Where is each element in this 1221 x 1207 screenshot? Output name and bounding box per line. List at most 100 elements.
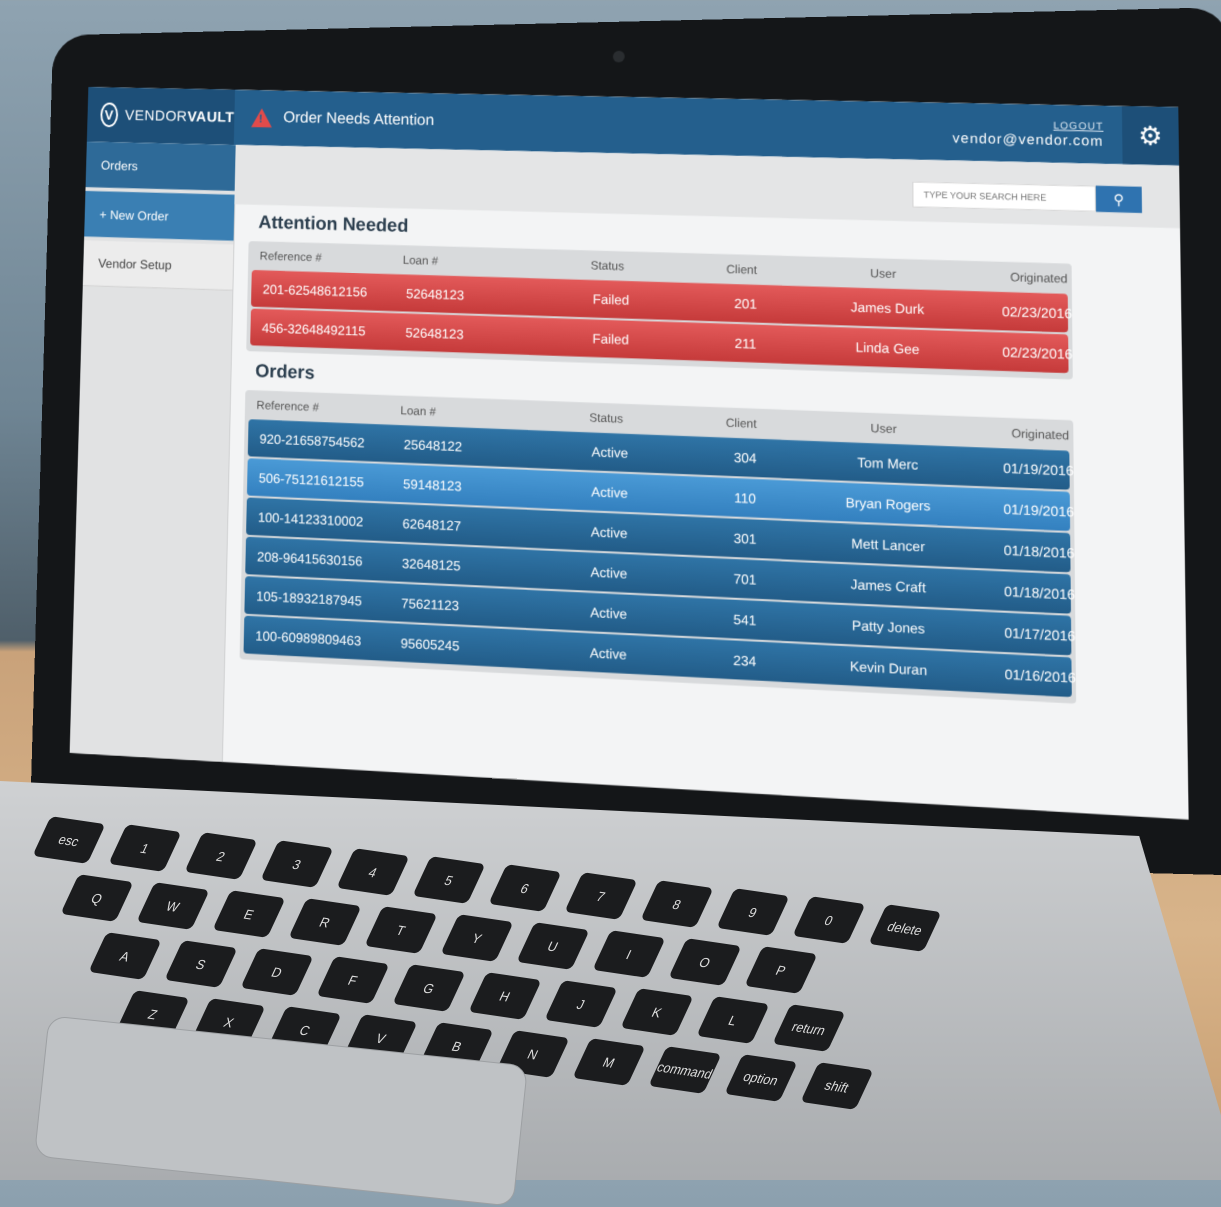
keyboard-key: A bbox=[88, 932, 162, 980]
column-header[interactable]: Status bbox=[539, 257, 677, 275]
column-header[interactable]: Client bbox=[677, 261, 807, 279]
client-cell: 234 bbox=[733, 652, 757, 669]
attention-table: Reference # Loan # Status Client User Or… bbox=[246, 241, 1073, 380]
user-cell: Kevin Duran bbox=[850, 658, 928, 678]
keyboard-key: 6 bbox=[488, 864, 562, 912]
brand[interactable]: V VENDORVAULT bbox=[86, 87, 236, 145]
keyboard-key: R bbox=[288, 898, 362, 946]
status-cell: Active bbox=[590, 604, 628, 622]
user-box: LOGOUT vendor@vendor.com bbox=[952, 118, 1122, 148]
client-cell: 541 bbox=[733, 611, 757, 628]
originated-cell: 01/18/2016 bbox=[1003, 542, 1075, 561]
column-header[interactable]: Reference # bbox=[260, 249, 403, 267]
keyboard-key: esc bbox=[32, 816, 106, 864]
client-cell: 301 bbox=[733, 530, 757, 547]
keyboard-key: Y bbox=[440, 914, 514, 962]
laptop-bezel: V VENDORVAULT Order Needs Attention LOGO… bbox=[29, 7, 1221, 876]
keyboard-key: 5 bbox=[412, 856, 486, 904]
keyboard-key: U bbox=[516, 922, 590, 970]
column-header[interactable]: User bbox=[807, 264, 960, 282]
attention-alert: Order Needs Attention bbox=[234, 108, 952, 142]
camera-icon bbox=[612, 50, 625, 63]
keyboard-key: H bbox=[468, 972, 542, 1020]
keyboard-key: O bbox=[668, 938, 742, 986]
loan-cell: 25648122 bbox=[403, 436, 463, 454]
sidebar-item-orders[interactable]: Orders bbox=[85, 141, 236, 191]
keyboard-key: T bbox=[364, 906, 438, 954]
loan-cell: 52648123 bbox=[405, 324, 464, 342]
status-cell: Failed bbox=[592, 330, 630, 347]
status-cell: Failed bbox=[592, 291, 630, 308]
user-cell: Mett Lancer bbox=[851, 535, 925, 555]
column-header[interactable]: User bbox=[807, 419, 961, 439]
keyboard-key: 0 bbox=[792, 896, 866, 944]
settings-button[interactable]: ⚙ bbox=[1121, 105, 1180, 166]
sidebar: Orders + New Order Vendor Setup bbox=[69, 141, 237, 762]
reference-cell: 105-18932187945 bbox=[256, 588, 363, 609]
loan-cell: 75621123 bbox=[401, 595, 460, 614]
keyboard-key: delete bbox=[868, 904, 942, 952]
keyboard-key: P bbox=[744, 946, 818, 994]
keyboard-key: command bbox=[648, 1046, 722, 1094]
reference-cell: 208-96415630156 bbox=[256, 548, 363, 569]
column-header[interactable]: Originated bbox=[960, 269, 1084, 287]
brand-name: VENDORVAULT bbox=[125, 107, 235, 125]
keyboard-key: 8 bbox=[640, 880, 714, 928]
keyboard-key: K bbox=[620, 988, 694, 1036]
status-cell: Active bbox=[591, 483, 628, 501]
client-cell: 304 bbox=[733, 449, 757, 466]
column-header[interactable]: Status bbox=[537, 409, 676, 428]
status-cell: Active bbox=[590, 523, 628, 541]
originated-cell: 01/19/2016 bbox=[1003, 460, 1074, 479]
orders-table: Reference # Loan # Status Client User Or… bbox=[239, 389, 1077, 704]
column-header[interactable]: Loan # bbox=[403, 253, 539, 271]
column-header[interactable]: Reference # bbox=[256, 398, 400, 417]
search-icon: ⚲ bbox=[1113, 190, 1125, 208]
status-cell: Active bbox=[589, 644, 627, 662]
keyboard-key: 3 bbox=[260, 840, 334, 888]
search-button[interactable]: ⚲ bbox=[1095, 185, 1143, 214]
loan-cell: 62648127 bbox=[402, 515, 462, 534]
keyboard-key: return bbox=[772, 1004, 846, 1052]
keyboard-key: Q bbox=[60, 874, 134, 922]
reference-cell: 100-60989809463 bbox=[255, 627, 362, 649]
column-header[interactable]: Client bbox=[676, 414, 807, 433]
column-header[interactable]: Originated bbox=[961, 424, 1086, 443]
keyboard-key: W bbox=[136, 882, 210, 930]
keyboard-key: 1 bbox=[108, 824, 182, 872]
search-input[interactable] bbox=[912, 181, 1097, 212]
brand-suffix: VAULT bbox=[187, 108, 235, 126]
keyboard-key: I bbox=[592, 930, 666, 978]
keyboard-key: S bbox=[164, 940, 238, 988]
user-cell: Bryan Rogers bbox=[845, 494, 931, 514]
originated-cell: 01/16/2016 bbox=[1004, 666, 1076, 686]
keyboard-key: G bbox=[392, 964, 466, 1012]
reference-cell: 201-62548612156 bbox=[262, 281, 368, 300]
reference-cell: 920-21658754562 bbox=[259, 430, 365, 450]
originated-cell: 01/18/2016 bbox=[1003, 583, 1076, 603]
user-cell: Patty Jones bbox=[851, 617, 925, 637]
keyboard-key: J bbox=[544, 980, 618, 1028]
keyboard-key: option bbox=[724, 1054, 798, 1102]
column-header[interactable]: Loan # bbox=[400, 403, 537, 422]
attention-title: Attention Needed bbox=[258, 212, 409, 237]
keyboard-key: 7 bbox=[564, 872, 638, 920]
keyboard-key: 4 bbox=[336, 848, 410, 896]
originated-cell: 02/23/2016 bbox=[1002, 344, 1073, 362]
loan-cell: 32648125 bbox=[401, 555, 461, 574]
client-cell: 201 bbox=[734, 295, 757, 312]
status-cell: Active bbox=[590, 564, 628, 581]
user-cell: James Craft bbox=[850, 576, 926, 596]
client-cell: 110 bbox=[734, 489, 757, 506]
keyboard-key: F bbox=[316, 956, 390, 1004]
reference-cell: 506-75121612155 bbox=[258, 470, 365, 490]
keyboard-key: D bbox=[240, 948, 314, 996]
orders-title: Orders bbox=[255, 361, 315, 384]
sidebar-item-vendor-setup[interactable]: Vendor Setup bbox=[82, 240, 234, 291]
keyboard-key: M bbox=[572, 1038, 646, 1086]
app-screen: V VENDORVAULT Order Needs Attention LOGO… bbox=[69, 87, 1189, 820]
sidebar-item-new-order[interactable]: + New Order bbox=[84, 190, 235, 241]
originated-cell: 01/19/2016 bbox=[1003, 501, 1075, 520]
gear-icon: ⚙ bbox=[1138, 119, 1163, 151]
keyboard-key: 2 bbox=[184, 832, 258, 880]
